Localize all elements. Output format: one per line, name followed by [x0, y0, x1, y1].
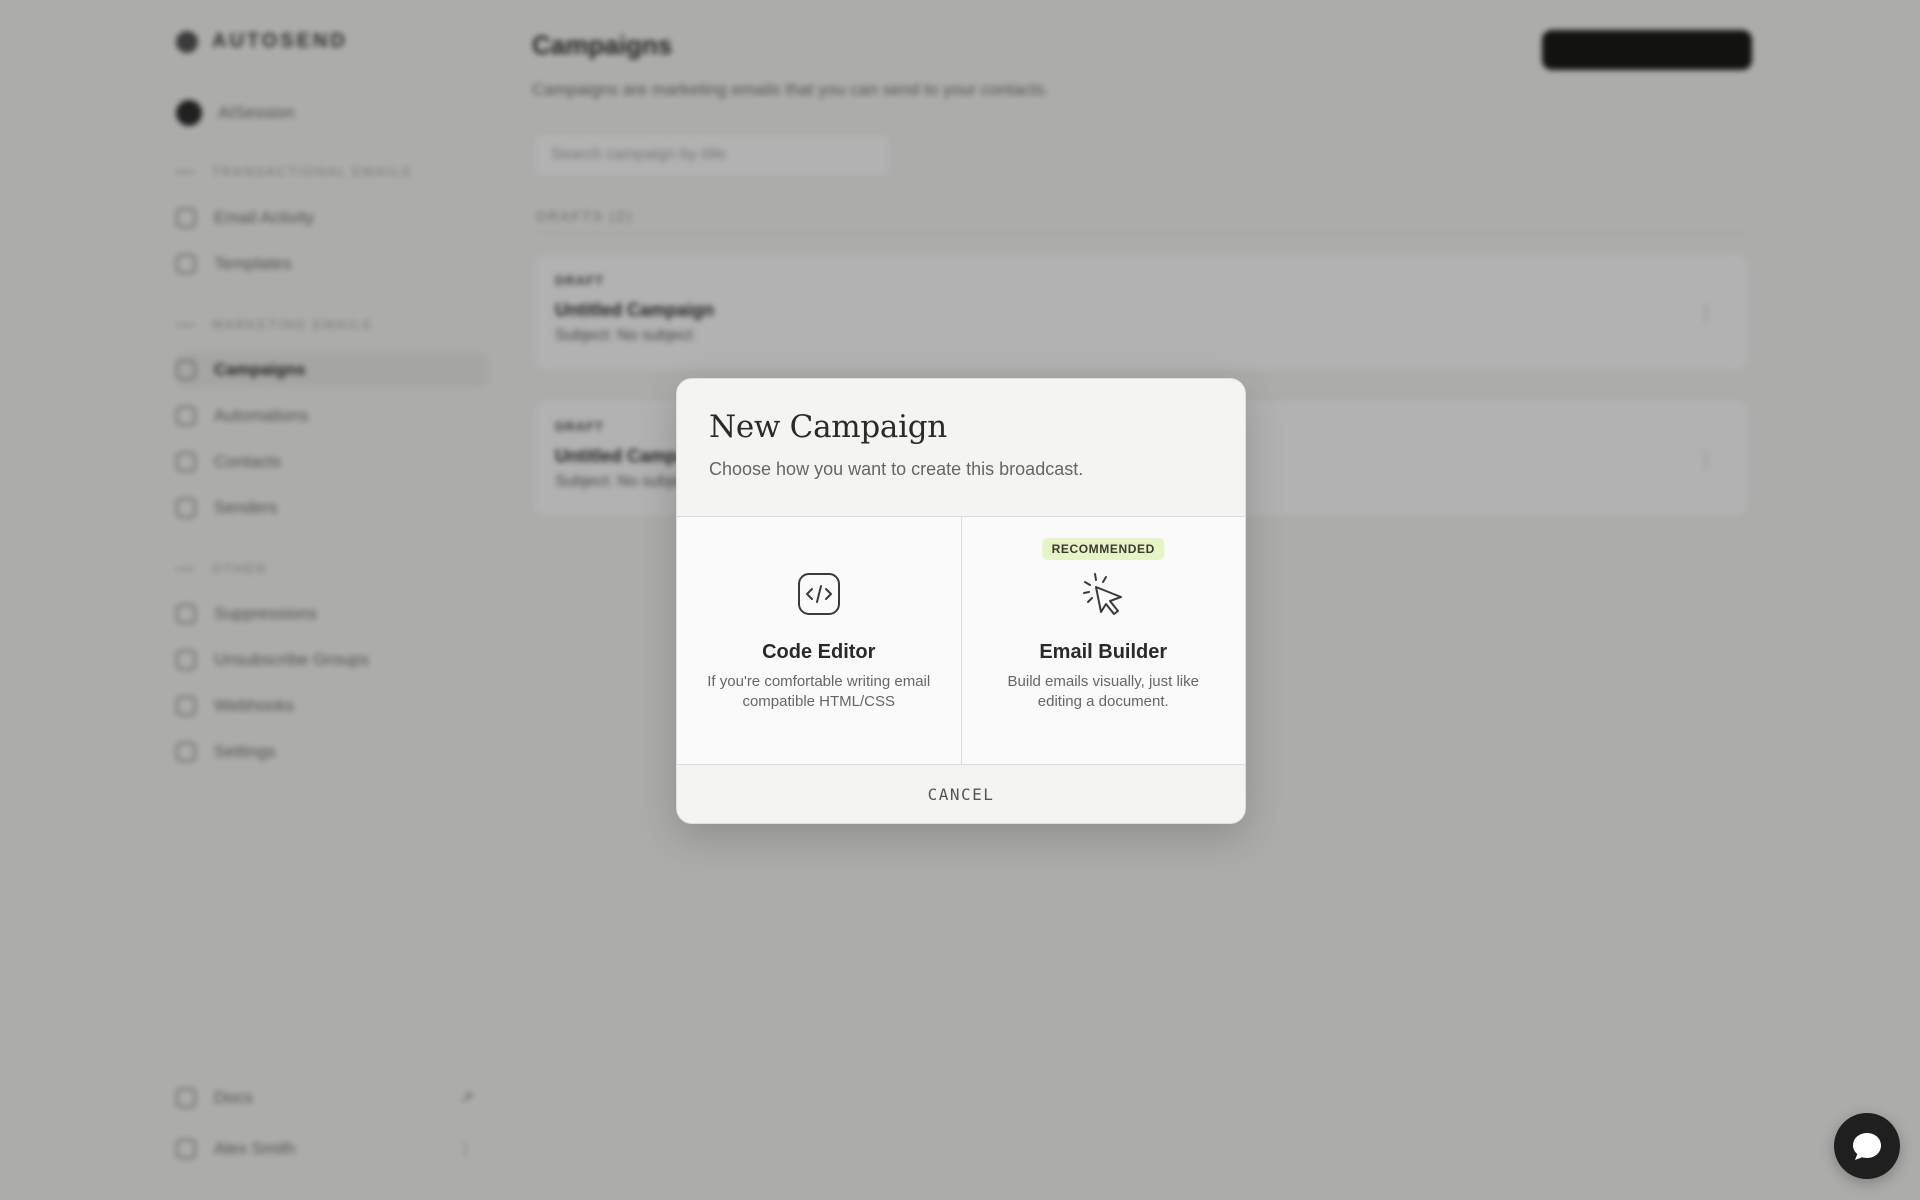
creation-options: Code Editor If you're comfortable writin… — [677, 517, 1245, 765]
code-editor-option[interactable]: Code Editor If you're comfortable writin… — [677, 517, 961, 764]
chat-bubble-icon — [1853, 1133, 1881, 1160]
recommended-badge: RECOMMENDED — [1042, 538, 1164, 560]
option-description: If you're comfortable writing email comp… — [707, 673, 931, 710]
email-builder-option[interactable]: RECOMMENDED Email Builder Build emails v… — [960, 517, 1246, 764]
cancel-button[interactable]: CANCEL — [677, 765, 1245, 823]
dialog-subtitle: Choose how you want to create this broad… — [709, 459, 1084, 479]
code-icon — [797, 573, 840, 615]
option-description: Build emails visually, just like editing… — [1007, 673, 1199, 710]
option-title: Email Builder — [1039, 641, 1168, 663]
new-campaign-dialog: New Campaign Choose how you want to crea… — [676, 378, 1246, 824]
chat-button[interactable] — [1834, 1113, 1900, 1179]
dialog-title: New Campaign — [709, 409, 947, 445]
cursor-click-icon — [1083, 573, 1123, 615]
dialog-header: New Campaign Choose how you want to crea… — [677, 379, 1245, 517]
option-title: Code Editor — [762, 641, 876, 663]
